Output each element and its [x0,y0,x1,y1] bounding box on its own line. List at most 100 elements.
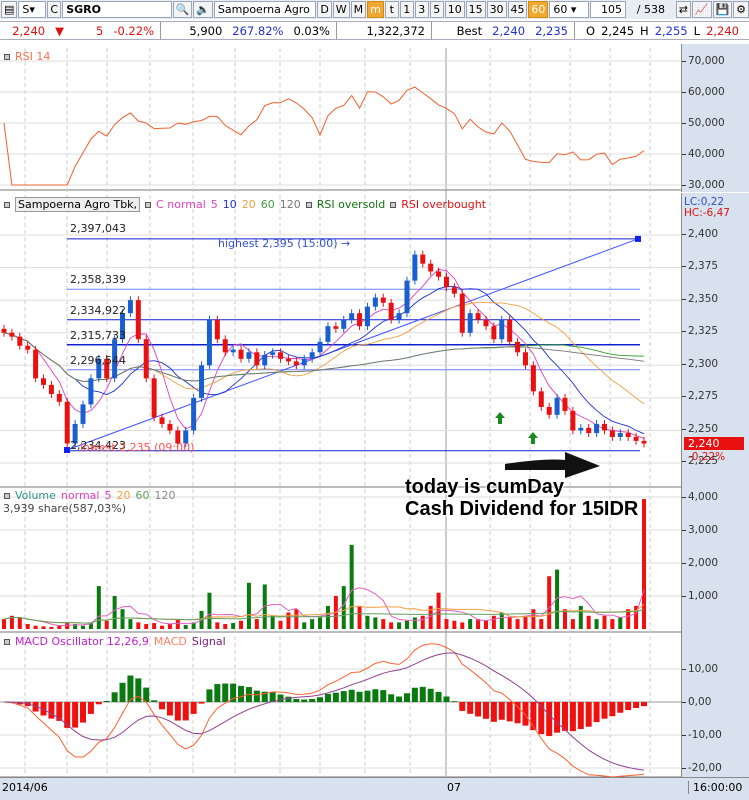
bar-count-input[interactable]: 105 [590,1,627,18]
macd-histogram-bar [348,689,355,702]
candle [633,436,639,441]
candle [88,378,94,405]
open-value: 2,245 [601,23,635,38]
volume-bar [231,623,236,629]
interval-5[interactable]: 5 [429,1,444,18]
chart-menu-icon[interactable]: ▤ [1,1,18,18]
level-label: 2,358,339 [70,273,126,286]
macd-histogram-bar [119,682,126,702]
interval-10[interactable]: 10 [444,1,465,18]
candle [507,319,513,342]
volume-bar [270,615,275,629]
interval-30[interactable]: 30 [486,1,507,18]
price-axis-label: 2,350 [681,293,719,305]
volume-bar [175,619,180,629]
volume-bar [507,617,512,629]
period-minute[interactable]: m [367,1,384,18]
volume-bar [144,624,149,629]
volume-bar [302,622,307,629]
candle [372,297,378,307]
settings-gear-icon[interactable]: ⚙ [733,1,749,18]
volume-bar [389,622,394,629]
interval-select[interactable]: 60 ▾ [549,1,590,18]
interval-1[interactable]: 1 [399,1,414,18]
legend-icon [4,492,10,499]
macd-histogram-bar [301,699,308,702]
candle [554,397,560,415]
period-W[interactable]: W [332,1,350,18]
period-M[interactable]: M [350,1,367,18]
company-name-field[interactable]: Sampoerna Agro [213,1,317,18]
down-arrow-icon: ▼ [55,23,64,38]
candle [341,319,347,329]
save-icon[interactable]: 💾 [712,1,733,18]
macd-histogram-bar [609,702,616,717]
candle [301,358,307,366]
period-D[interactable]: D [317,1,332,18]
speaker-icon[interactable]: 🔈 [193,1,213,18]
macd-histogram-bar [309,698,316,702]
price-change: 5 [95,23,104,38]
turnover-ratio: 0.03% [293,23,330,38]
macd-histogram-bar [601,702,608,719]
symbol-input[interactable]: SGRO [62,1,172,18]
volume-bar [41,626,46,629]
candle [127,300,133,314]
candle [625,433,631,437]
volume-bar [397,622,402,629]
chart-type-label: C normal [156,198,206,211]
period-tick[interactable]: t [384,1,399,18]
ma-120-label: 120 [279,198,301,211]
trend-anchor [635,235,641,242]
macd-histogram-bar [95,702,102,705]
best-ask: 2,235 [535,23,568,38]
macd-histogram-bar [585,702,592,727]
highest-annotation: highest 2,395 (15:00) → [218,237,351,250]
search-icon[interactable]: 🔍 [172,1,193,18]
candle [586,427,592,434]
sync-icon[interactable]: ⇄ [675,1,691,18]
candle [428,263,434,272]
price-axis-label: 2,275 [681,390,719,402]
volume-bar [365,615,370,629]
candle [270,352,276,355]
volume-bar [112,596,117,629]
macd-histogram-bar [48,702,55,719]
macd-histogram-bar [356,691,363,702]
candle [9,332,15,337]
c-button[interactable]: C [47,1,62,18]
interval-60[interactable]: 60 [528,1,549,18]
current-price-badge: 2,240 [684,437,744,450]
volume-bar [325,605,330,629]
current-change-label: -0,22% [688,451,726,463]
interval-15[interactable]: 15 [465,1,486,18]
candle [451,287,457,294]
signal-label: Signal [191,635,226,648]
candle [459,293,465,333]
macd-histogram-bar [633,702,640,708]
volume-bar [404,620,409,629]
volume-bar [491,615,496,629]
volume-bar [578,605,583,629]
price-axis-label: 2,250 [681,423,719,435]
volume-bar [310,619,315,629]
annotation-line-2: Cash Dividend for 15IDR [405,498,639,520]
volume-axis-label: 3,000 [681,524,719,536]
rsi-axis-label: 50,000 [682,117,725,129]
volume-bar [452,620,457,629]
chart-canvas[interactable] [0,44,681,777]
candle [467,313,473,333]
candle [570,410,576,431]
interval-45[interactable]: 45 [507,1,528,18]
volume-bar [349,544,354,629]
macd-histogram-bar [435,691,442,702]
indicator-icon[interactable]: 📈 [691,1,712,18]
macd-axis-label: -10,00 [682,729,722,741]
vol-ma-120: 120 [154,489,176,502]
candle [420,254,426,264]
stock-name-label[interactable]: Sampoerna Agro Tbk, [15,197,141,212]
interval-3[interactable]: 3 [414,1,429,18]
candle [522,352,528,366]
market-select[interactable]: S ▾ [18,1,47,18]
candle [436,271,442,277]
